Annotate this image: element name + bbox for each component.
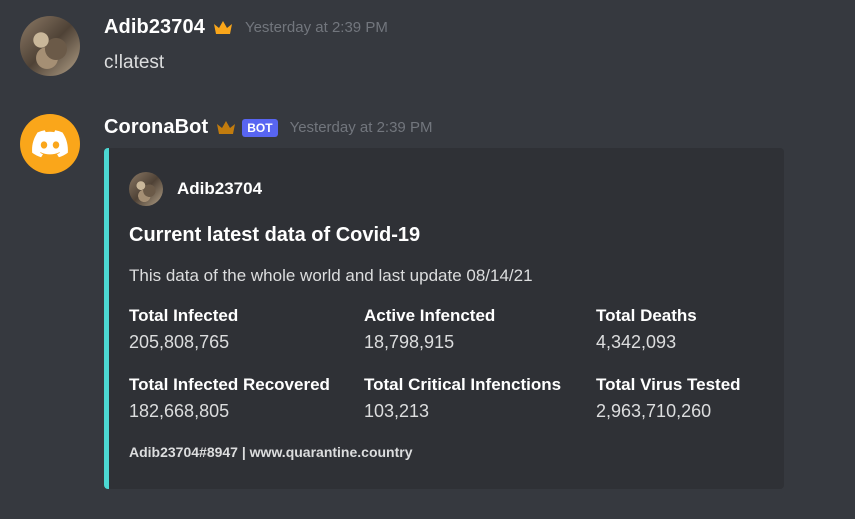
- embed-field: Total Virus Tested 2,963,710,260: [596, 375, 741, 422]
- embed-field: Total Deaths 4,342,093: [596, 306, 697, 353]
- embed-field: Total Infected 205,808,765: [129, 306, 238, 353]
- timestamp[interactable]: Yesterday at 2:39 PM: [245, 19, 388, 36]
- field-value: 103,213: [364, 401, 430, 421]
- user-avatar[interactable]: [20, 16, 80, 76]
- bot-badge: BOT: [242, 118, 278, 137]
- username[interactable]: Adib23704: [104, 16, 205, 39]
- crown-icon: [213, 20, 233, 36]
- field-value: 205,808,765: [129, 332, 230, 352]
- bot-avatar[interactable]: [20, 114, 80, 174]
- message-header: Adib23704 Yesterday at 2:39 PM: [104, 16, 388, 39]
- embed-description: This data of the whole world and last up…: [129, 266, 533, 285]
- field-value: 182,668,805: [129, 401, 230, 421]
- embed-field: Total Infected Recovered 182,668,805: [129, 375, 330, 422]
- field-name: Total Infected: [129, 306, 239, 325]
- field-value: 18,798,915: [364, 332, 455, 352]
- field-value: 2,963,710,260: [596, 401, 712, 421]
- embed-field: Active Infencted 18,798,915: [364, 306, 495, 353]
- field-name: Total Critical Infenctions: [364, 375, 562, 394]
- embed-title: Current latest data of Covid-19: [129, 224, 421, 246]
- message-text: c!latest: [104, 52, 165, 73]
- field-name: Active Infencted: [364, 306, 496, 325]
- field-name: Total Virus Tested: [596, 375, 741, 394]
- embed-author-name: Adib23704: [177, 179, 263, 198]
- embed-footer: Adib23704#8947 | www.quarantine.country: [129, 444, 413, 460]
- field-value: 4,342,093: [596, 332, 677, 352]
- crown-icon: [216, 120, 236, 136]
- embed-field: Total Critical Infenctions 103,213: [364, 375, 561, 422]
- embed-card: Adib23704 Current latest data of Covid-1…: [104, 148, 784, 489]
- timestamp[interactable]: Yesterday at 2:39 PM: [290, 119, 433, 136]
- message-header: CoronaBot BOT Yesterday at 2:39 PM: [104, 116, 432, 139]
- discord-logo-icon: [32, 130, 68, 158]
- username[interactable]: CoronaBot: [104, 116, 208, 139]
- embed-author: Adib23704: [129, 172, 262, 206]
- embed-author-avatar: [129, 172, 163, 206]
- field-name: Total Infected Recovered: [129, 375, 330, 394]
- field-name: Total Deaths: [596, 306, 697, 325]
